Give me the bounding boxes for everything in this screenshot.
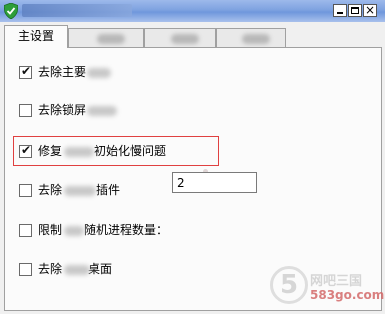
maximize-button[interactable] bbox=[348, 4, 362, 17]
option-label: 修复 初始化慢问题 bbox=[38, 144, 167, 158]
redacted-text bbox=[87, 106, 117, 116]
redacted-text bbox=[64, 265, 90, 275]
close-button[interactable]: × bbox=[363, 3, 377, 17]
window-title bbox=[22, 4, 132, 17]
check-icon: ✔ bbox=[21, 143, 32, 157]
redacted-text bbox=[64, 226, 84, 236]
check-icon: ✔ bbox=[21, 64, 32, 78]
checkbox[interactable] bbox=[19, 263, 32, 276]
checkbox[interactable] bbox=[19, 104, 32, 117]
process-count-input[interactable] bbox=[172, 172, 257, 193]
watermark-text: 网吧三国 bbox=[310, 274, 363, 289]
shield-icon bbox=[4, 3, 18, 19]
title-bar[interactable]: × bbox=[0, 0, 385, 22]
watermark-logo: 5 bbox=[270, 266, 308, 304]
option-label: 限制 随机进程数量： bbox=[38, 223, 169, 237]
settings-window: × 主设置 ✔ 去除主要 去除锁屏 ✔ 修复 初始化慢问题 去除 插件 限制 随… bbox=[0, 0, 385, 314]
option-label: 去除主要 bbox=[38, 65, 87, 79]
tab-3[interactable] bbox=[144, 28, 216, 47]
checkbox[interactable] bbox=[19, 184, 32, 197]
minimize-icon bbox=[337, 12, 343, 14]
checkbox[interactable] bbox=[19, 224, 32, 237]
close-icon: × bbox=[365, 3, 376, 17]
option-label: 去除锁屏 bbox=[38, 103, 87, 117]
tab-4[interactable] bbox=[216, 28, 286, 47]
tab-main-settings[interactable]: 主设置 bbox=[4, 25, 68, 48]
checkbox[interactable]: ✔ bbox=[19, 143, 32, 158]
redacted-label bbox=[242, 33, 270, 44]
maximize-icon bbox=[351, 7, 359, 14]
tab-bar: 主设置 bbox=[4, 25, 382, 48]
checkbox[interactable]: ✔ bbox=[19, 64, 32, 79]
redacted-text bbox=[64, 147, 94, 157]
watermark-url: 583go.com bbox=[310, 288, 385, 302]
tab-2[interactable] bbox=[68, 28, 144, 47]
redacted-label bbox=[97, 33, 125, 44]
redacted-text bbox=[64, 186, 96, 196]
redacted-label bbox=[171, 33, 199, 44]
tab-label: 主设置 bbox=[17, 29, 54, 43]
minimize-button[interactable] bbox=[333, 4, 347, 17]
watermark: 5 网吧三国 583go.com bbox=[270, 266, 385, 310]
redacted-text bbox=[87, 68, 111, 78]
